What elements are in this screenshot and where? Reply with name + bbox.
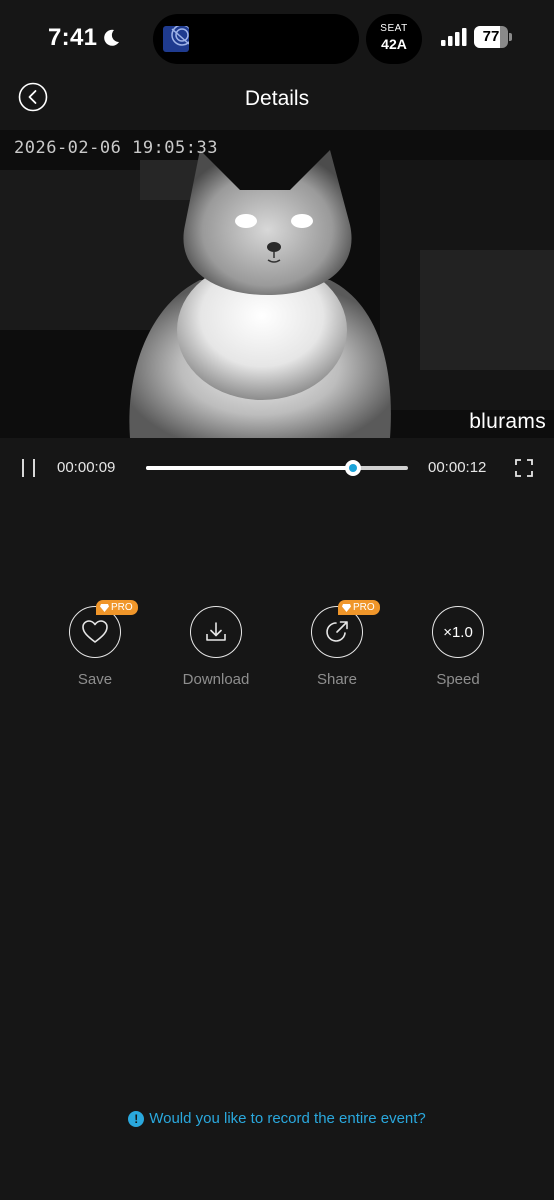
pro-badge-text: PRO [111,602,133,613]
save-button[interactable]: PRO Save [45,600,145,688]
pause-icon [22,459,24,477]
battery-icon: 77 [474,26,508,48]
nav-header: Details [0,78,554,122]
cellular-signal-icon [441,28,467,46]
speed-button[interactable]: ×1.0 Speed [408,606,508,688]
page-title: Details [244,87,310,110]
speed-label: Speed [436,671,480,688]
status-bar: 7:41 SEAT 42A 77 [0,0,554,78]
progress-thumb[interactable] [344,460,361,476]
pro-badge-text: PRO [353,602,375,613]
video-player[interactable]: 2026-02-06 19:05:33 blurams [0,130,554,438]
cat-video-frame [0,130,554,438]
share-button[interactable]: PRO Share [287,600,387,688]
record-entire-event-link[interactable]: ! Would you like to record the entire ev… [0,1110,554,1127]
diamond-icon [342,603,351,612]
record-prompt-text: Would you like to record the entire even… [149,1110,426,1127]
battery-indicator: 77 [474,26,512,48]
save-label: Save [77,671,113,688]
clock-time: 7:41 [48,24,98,51]
share-icon [326,621,348,642]
download-label: Download [182,671,250,688]
download-button[interactable]: Download [166,606,266,688]
current-time: 00:00:09 [57,459,116,476]
progress-fill [146,466,353,470]
speed-value: ×1.0 [443,623,473,641]
seat-label: SEAT [380,23,408,34]
pause-icon-bar [33,459,35,477]
download-button-circle[interactable] [190,606,242,658]
action-bar: PRO Save Download PRO Share ×1.0 Speed [0,600,554,696]
save-button-circle[interactable]: PRO [69,600,138,658]
info-icon: ! [128,1110,145,1127]
seat-indicator: SEAT 42A [366,14,422,64]
video-timestamp: 2026-02-06 19:05:33 [14,138,218,158]
watermark-logo: blurams [469,410,546,433]
progress-slider[interactable] [146,460,408,476]
moon-icon [104,29,120,46]
pro-badge: PRO [96,600,138,615]
share-label: Share [316,671,358,688]
dynamic-island [153,14,359,64]
clock: 7:41 [48,24,121,52]
share-button-circle[interactable]: PRO [311,600,380,658]
heart-icon [82,620,108,643]
speed-button-circle[interactable]: ×1.0 [432,606,484,658]
fullscreen-button[interactable] [515,459,533,477]
download-icon [206,622,226,641]
seat-value: 42A [381,36,407,52]
battery-percent: 77 [482,28,500,45]
pro-badge: PRO [338,600,380,615]
pause-button[interactable] [20,457,38,479]
airline-logo-icon [163,26,189,52]
total-time: 00:00:12 [428,459,487,476]
diamond-icon [100,603,109,612]
playback-controls: 00:00:09 00:00:12 [0,445,554,491]
battery-nub [509,33,512,41]
